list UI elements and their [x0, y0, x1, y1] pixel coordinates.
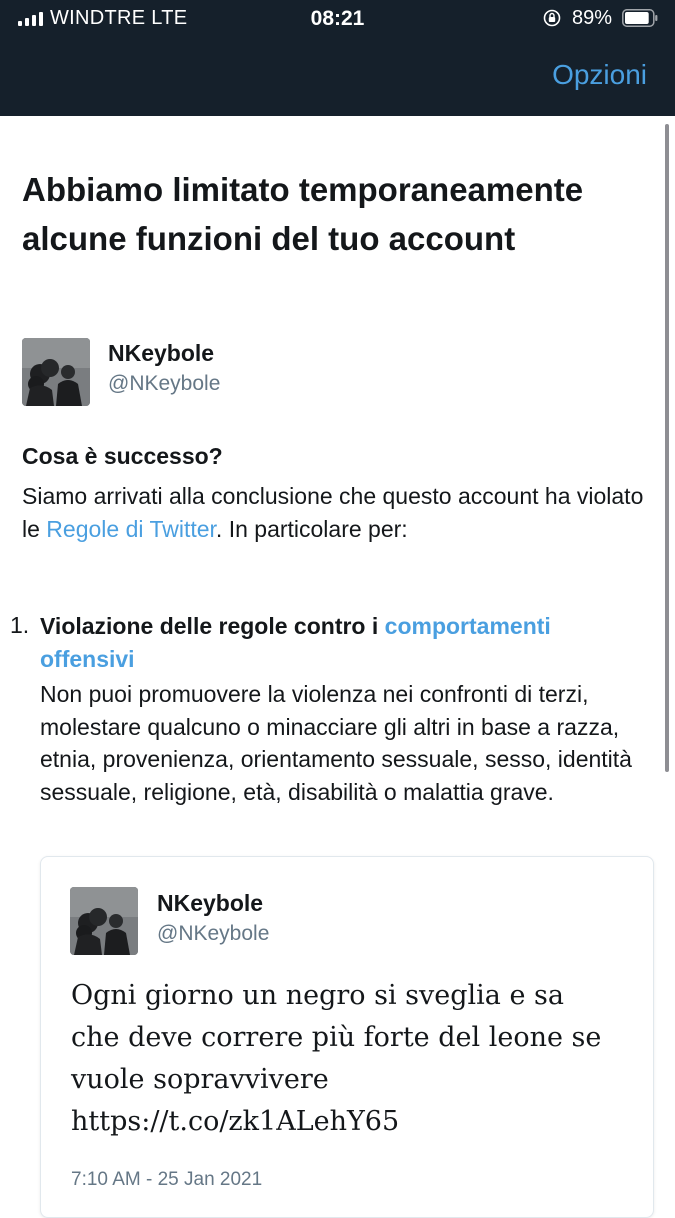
tweet-avatar-image — [70, 887, 138, 955]
explanation-text: Siamo arrivati alla conclusione che ques… — [22, 480, 652, 546]
tweet-text-line: vuole sopravvivere — [71, 1064, 329, 1095]
violation-heading-text: Violazione delle regole contro i — [40, 613, 385, 639]
avatar[interactable] — [22, 338, 90, 406]
explanation-text-end: . In particolare per: — [215, 516, 408, 542]
list-number: 1. — [10, 612, 30, 638]
violation-heading: Violazione delle regole contro i comport… — [40, 610, 640, 676]
battery-percentage: 89% — [572, 7, 613, 29]
account-name: NKeybole — [108, 340, 215, 366]
scrollbar[interactable] — [665, 124, 669, 772]
twitter-rules-link[interactable]: Regole di Twitter — [46, 516, 216, 542]
battery-icon — [622, 9, 658, 27]
account-handle: @NKeybole — [108, 372, 221, 395]
status-bar: WINDTRE LTE 08:21 89% — [0, 0, 675, 38]
rotation-lock-icon — [543, 9, 561, 27]
options-button[interactable]: Opzioni — [552, 59, 647, 91]
tweet-author-handle: @NKeybole — [157, 922, 270, 945]
app-header: WINDTRE LTE 08:21 89% Opzioni — [0, 0, 675, 116]
tweet-avatar[interactable] — [70, 887, 138, 955]
avatar-image — [22, 338, 90, 406]
tweet-timestamp: 7:10 AM - 25 Jan 2021 — [71, 1169, 263, 1190]
tweet-text-line: Ogni giorno un negro si sveglia e sa — [71, 980, 565, 1011]
tweet-author-name: NKeybole — [157, 890, 264, 916]
violation-description: Non puoi promuovere la violenza nei conf… — [40, 681, 632, 805]
page-title: Abbiamo limitato temporaneamente alcune … — [22, 171, 584, 257]
tweet-card[interactable]: NKeybole @NKeybole Ogni giorno un negro … — [40, 856, 654, 1218]
tweet-text-line: che deve correre più forte del leone se — [71, 1022, 602, 1053]
section-heading: Cosa è successo? — [22, 443, 223, 469]
tweet-text: Ogni giorno un negro si sveglia e sa che… — [71, 975, 631, 1143]
tweet-link[interactable]: https://t.co/zk1ALehY65 — [71, 1106, 399, 1137]
